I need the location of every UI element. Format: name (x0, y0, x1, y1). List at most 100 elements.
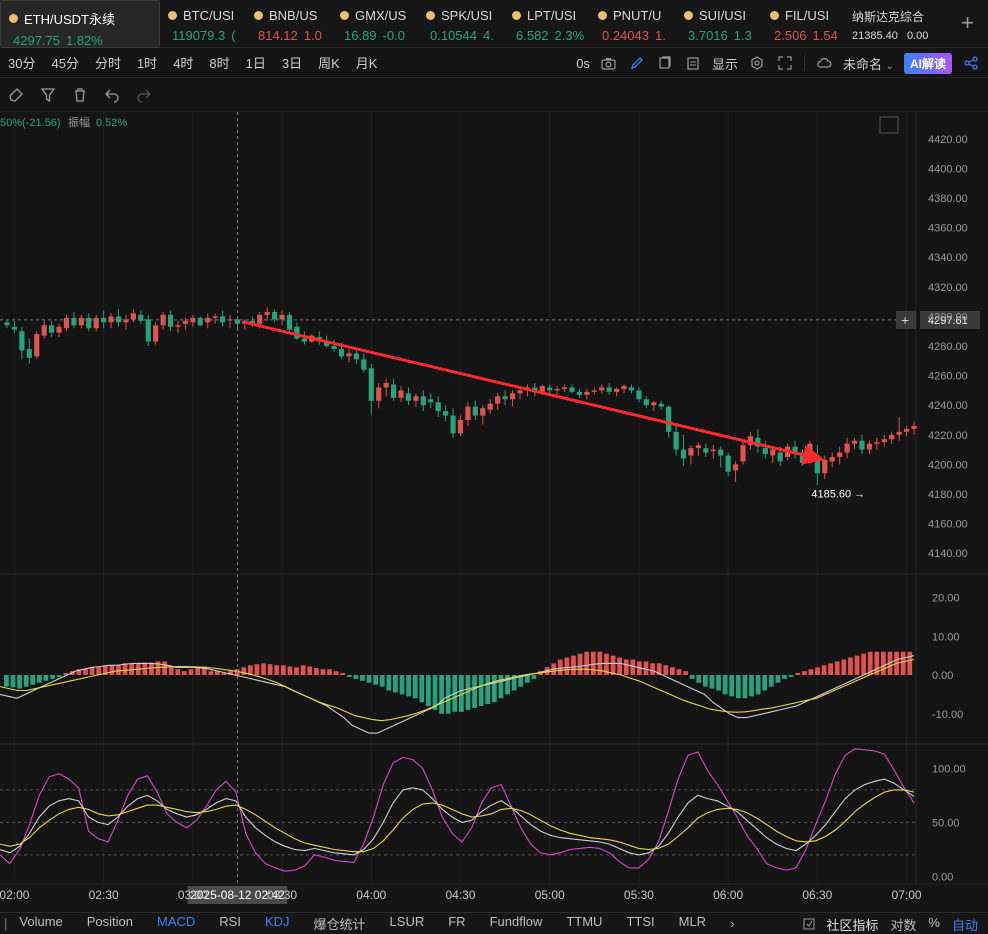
candle-body (710, 449, 716, 452)
ticker-tab[interactable]: ETH/USDT永续 4297.75 1.82% (0, 0, 160, 48)
candle-body (547, 387, 553, 391)
copy-icon[interactable] (656, 54, 674, 72)
macd-histogram-bar (168, 667, 174, 675)
ticker-tab[interactable]: SUI/USI 3.7016 1.3 (676, 0, 762, 48)
gear-icon[interactable] (748, 54, 766, 72)
macd-histogram-bar (195, 667, 200, 675)
interval-option[interactable]: 30分 (0, 53, 43, 72)
price-tick-label: 4180.00 (928, 489, 968, 501)
ticker-change: 2.3% (554, 28, 585, 43)
filter-icon[interactable] (38, 85, 58, 105)
ticker-tab[interactable]: PNUT/U 0.24043 1. (590, 0, 676, 48)
ticker-nasdaq[interactable]: 纳斯达克综合 21385.40 0.00 (848, 0, 928, 48)
ticker-symbol: BNB/US (254, 8, 332, 23)
indicator-tab[interactable]: Volume (7, 914, 74, 933)
candle-body (509, 393, 516, 400)
candle-body (725, 455, 731, 472)
undo-icon[interactable] (102, 85, 122, 105)
tabs-more-button[interactable]: › (718, 916, 746, 931)
indicator-tab[interactable]: MLR (667, 914, 718, 933)
interval-option[interactable]: 4时 (165, 53, 201, 72)
ai-analysis-button[interactable]: AI解读 (903, 52, 952, 74)
macd-histogram-bar (841, 659, 847, 675)
ticker-tab[interactable]: BTC/USI 119079.3 ( (160, 0, 246, 48)
interval-option[interactable]: 45分 (43, 53, 86, 72)
ticker-tab[interactable]: BNB/US 814.12 1.0 (246, 0, 332, 48)
candle-body (153, 325, 159, 342)
axis-mode-option[interactable]: 对数 (888, 915, 918, 934)
community-indicators-button[interactable]: 社区指标 (824, 915, 880, 934)
ticker-tab[interactable]: LPT/USI 6.582 2.3% (504, 0, 590, 48)
add-ticker-button[interactable]: + (961, 12, 974, 34)
indicator-tab[interactable]: KDJ (253, 914, 302, 933)
macd-histogram-bar (571, 655, 576, 675)
redo-icon[interactable] (134, 85, 154, 105)
candle-body (561, 387, 568, 389)
axis-mode-option[interactable]: % (926, 915, 942, 934)
candle-body (428, 399, 434, 403)
candle-body (368, 368, 374, 401)
camera-icon[interactable] (600, 54, 618, 72)
ticker-quote: 814.12 1.0 (254, 28, 332, 43)
ticker-symbol: SUI/USI (684, 8, 762, 23)
expand-icon[interactable] (776, 54, 794, 72)
kdj-tick-label: 0.00 (932, 872, 953, 884)
macd-histogram-bar (828, 663, 834, 675)
ticker-change: 0.00 (906, 30, 928, 42)
candle-body (301, 338, 307, 342)
price-tick-label: 4420.00 (928, 134, 968, 146)
indicator-tab[interactable]: Fundflow (478, 914, 555, 933)
macd-histogram-bar (478, 675, 484, 706)
macd-histogram-bar (300, 665, 306, 675)
clipboard-icon[interactable] (684, 54, 702, 72)
share-icon[interactable] (962, 54, 980, 72)
ticker-quote: 6.582 2.3% (512, 28, 590, 43)
indicator-tab[interactable]: MACD (145, 914, 207, 933)
chart-expand-icon (879, 116, 899, 134)
candle-body (896, 431, 902, 435)
price-tick-label: 4200.00 (928, 459, 968, 471)
toolbar-divider (803, 55, 805, 71)
interval-option[interactable]: 分时 (87, 53, 129, 72)
magnet-icon[interactable] (6, 85, 26, 105)
indicator-tab[interactable]: LSUR (378, 914, 437, 933)
price-chart[interactable]: +4297.614185.60 →2025-08-12 02:42 50%(-2… (0, 112, 988, 912)
trash-icon[interactable] (70, 85, 90, 105)
low-price-label: 4185.60 → (811, 489, 865, 501)
layout-name-dropdown[interactable]: 未命名 ⌄ (843, 54, 894, 73)
candle-body (732, 464, 739, 471)
ticker-quote: 4297.75 1.82% (9, 33, 159, 47)
indicator-tab-list: Volume Position MACD RSI KDJ 爆仓统计 LSUR FR Fundfl… (7, 914, 718, 933)
candle-body (859, 440, 865, 450)
cloud-icon[interactable] (815, 54, 833, 72)
indicator-tab[interactable]: RSI (207, 914, 253, 933)
interval-option[interactable]: 1时 (129, 53, 165, 72)
indicator-tab[interactable]: TTSI (614, 914, 666, 933)
ticker-price: 21385.40 (852, 30, 898, 42)
display-button[interactable]: 显示 (712, 54, 738, 73)
candle-body (49, 325, 55, 333)
interval-option[interactable]: 周K (310, 53, 348, 72)
indicator-tab[interactable]: 爆仓统计 (302, 914, 378, 933)
indicator-tab[interactable]: Position (75, 914, 145, 933)
zero-s-button[interactable]: 0s (576, 56, 590, 71)
axis-mode-option[interactable]: 自动 (950, 915, 980, 934)
candle-body (770, 449, 776, 456)
ticker-tab[interactable]: SPK/USI 0.10544 4. (418, 0, 504, 48)
interval-option[interactable]: 3日 (274, 53, 310, 72)
interval-option[interactable]: 月K (348, 53, 386, 72)
candle-body (643, 399, 649, 406)
interval-option[interactable]: 1日 (238, 53, 274, 72)
macd-histogram-bar (340, 673, 346, 675)
kdj-k-line (0, 778, 915, 856)
macd-histogram-bar (10, 675, 16, 688)
indicator-tab[interactable]: TTMU (554, 914, 614, 933)
ticker-tab[interactable]: GMX/US 16.89 -0.0 (332, 0, 418, 48)
indicator-tab[interactable]: FR (436, 914, 477, 933)
time-tick-label: 03:00 (178, 888, 208, 902)
pen-icon[interactable] (628, 54, 646, 72)
interval-option[interactable]: 8时 (201, 53, 237, 72)
candle-body (108, 316, 114, 323)
macd-histogram-bar (815, 667, 820, 675)
ticker-tab[interactable]: FIL/USI 2.506 1.54 (762, 0, 848, 48)
